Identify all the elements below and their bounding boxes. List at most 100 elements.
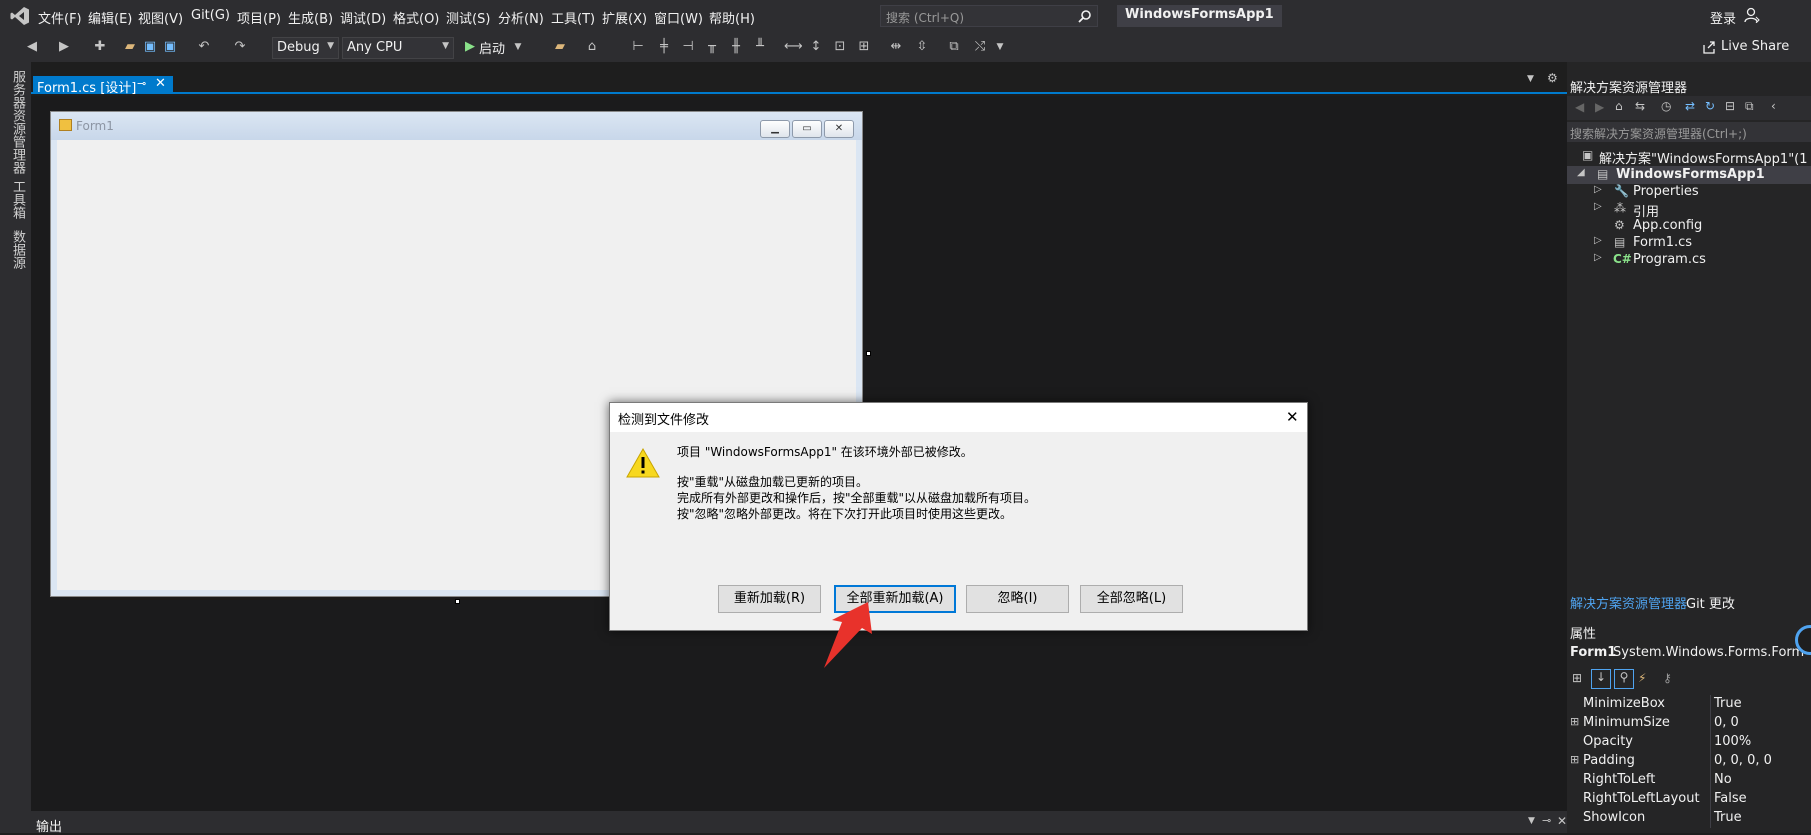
sync-icon[interactable]: ⇄ bbox=[1685, 99, 1695, 113]
collapsed-arrow-icon[interactable]: ▷ bbox=[1594, 184, 1602, 195]
account-icon[interactable] bbox=[1744, 7, 1760, 23]
menu-project[interactable]: 项目(P) bbox=[237, 8, 281, 27]
save-all-icon[interactable]: ▣ bbox=[162, 39, 178, 55]
redo-icon[interactable]: ↷ bbox=[232, 39, 248, 55]
menu-format[interactable]: 格式(O) bbox=[393, 8, 439, 27]
close-tab-icon[interactable]: ✕ bbox=[155, 76, 166, 91]
tree-item-program-cs[interactable]: Program.cs bbox=[1633, 252, 1706, 267]
forward-icon[interactable]: ▶ bbox=[1595, 100, 1604, 114]
navigate-forward-icon[interactable]: ▶ bbox=[56, 39, 72, 55]
reload-button[interactable]: 重新加载(R) bbox=[718, 585, 821, 613]
vertical-spacing-icon[interactable]: ⇳ bbox=[914, 39, 930, 55]
output-panel-title[interactable]: 输出 bbox=[36, 816, 62, 835]
menu-build[interactable]: 生成(B) bbox=[288, 8, 333, 27]
align-middle-icon[interactable]: ╫ bbox=[728, 39, 744, 55]
undo-icon[interactable]: ↶ bbox=[196, 39, 212, 55]
show-all-files-icon[interactable]: ⧉ bbox=[1745, 99, 1754, 114]
tab-settings-gear-icon[interactable]: ⚙ bbox=[1547, 71, 1558, 85]
toolbar-overflow-icon[interactable]: ▼ bbox=[992, 39, 1008, 55]
folder-icon[interactable]: ▰ bbox=[552, 39, 568, 55]
home-icon[interactable]: ⌂ bbox=[1615, 99, 1623, 113]
refresh-icon[interactable]: ↻ bbox=[1705, 99, 1715, 113]
output-close-icon[interactable]: ✕ bbox=[1557, 814, 1567, 828]
collapsed-arrow-icon[interactable]: ▷ bbox=[1594, 235, 1602, 246]
menu-analyze[interactable]: 分析(N) bbox=[498, 8, 544, 27]
visual-studio-logo-icon[interactable] bbox=[10, 6, 30, 26]
new-project-icon[interactable]: ✚ bbox=[92, 39, 108, 55]
search-box[interactable]: 搜索 (Ctrl+Q) bbox=[880, 5, 1098, 27]
resize-handle-bottom[interactable] bbox=[455, 599, 460, 604]
save-icon[interactable]: ▣ bbox=[142, 39, 158, 55]
tree-item-app-config[interactable]: App.config bbox=[1633, 218, 1702, 233]
navigate-back-icon[interactable]: ◀ bbox=[24, 39, 40, 55]
property-value[interactable]: True bbox=[1714, 696, 1742, 711]
align-right-icon[interactable]: ⊣ bbox=[680, 39, 696, 55]
switch-views-icon[interactable]: ⇆ bbox=[1635, 99, 1645, 113]
align-center-icon[interactable]: ╪ bbox=[656, 39, 672, 55]
expand-plus-icon[interactable]: ⊞ bbox=[1570, 753, 1579, 766]
property-row[interactable]: ⊞ MinimumSize 0, 0 bbox=[1567, 714, 1811, 733]
expanded-arrow-icon[interactable]: ◢ bbox=[1577, 167, 1585, 178]
menu-debug[interactable]: 调试(D) bbox=[340, 8, 386, 27]
events-icon[interactable]: ⚡ bbox=[1638, 671, 1646, 685]
tree-item-form1-cs[interactable]: Form1.cs bbox=[1633, 235, 1692, 250]
same-size-icon[interactable]: ⊡ bbox=[832, 39, 848, 55]
dialog-close-icon[interactable]: ✕ bbox=[1286, 408, 1299, 426]
property-row[interactable]: ⊞ Padding 0, 0, 0, 0 bbox=[1567, 752, 1811, 771]
expand-plus-icon[interactable]: ⊞ bbox=[1570, 715, 1579, 728]
output-pin-icon[interactable]: ⊸ bbox=[1542, 814, 1551, 827]
search-icon[interactable] bbox=[1078, 9, 1092, 23]
tab-form1-designer[interactable]: Form1.cs [设计] ⊸ ✕ bbox=[33, 76, 173, 96]
property-row[interactable]: RightToLeft No bbox=[1567, 771, 1811, 790]
menu-extensions[interactable]: 扩展(X) bbox=[602, 8, 647, 27]
solution-node[interactable]: 解决方案"WindowsFormsApp1"(1 个项 bbox=[1599, 148, 1811, 167]
menu-file[interactable]: 文件(F) bbox=[38, 8, 82, 27]
properties-icon[interactable]: ‹ bbox=[1771, 99, 1776, 113]
login-link[interactable]: 登录 bbox=[1710, 8, 1736, 27]
back-icon[interactable]: ◀ bbox=[1575, 100, 1584, 114]
start-button[interactable]: 启动 bbox=[479, 38, 505, 57]
properties-object-type[interactable]: System.Windows.Forms.Form bbox=[1613, 645, 1804, 660]
live-share-icon[interactable] bbox=[1702, 40, 1716, 54]
live-share-button[interactable]: Live Share bbox=[1721, 39, 1789, 54]
data-sources-tab[interactable]: 数据源 bbox=[8, 230, 27, 269]
property-value[interactable]: True bbox=[1714, 810, 1742, 825]
configuration-dropdown[interactable]: Debug ▼ bbox=[272, 37, 339, 59]
align-bottom-icon[interactable]: ╨ bbox=[752, 39, 768, 55]
output-dropdown-icon[interactable]: ▼ bbox=[1528, 816, 1535, 826]
spacing-icon[interactable]: ⇹ bbox=[888, 39, 904, 55]
property-value[interactable]: 0, 0, 0, 0 bbox=[1714, 753, 1772, 768]
tab-solution-explorer[interactable]: 解决方案资源管理器 bbox=[1570, 593, 1687, 612]
property-row[interactable]: Opacity 100% bbox=[1567, 733, 1811, 752]
toolbox-tab[interactable]: 工具箱 bbox=[8, 180, 27, 219]
property-value[interactable]: 0, 0 bbox=[1714, 715, 1739, 730]
menu-help[interactable]: 帮助(H) bbox=[709, 8, 755, 27]
browser-icon[interactable]: ⌂ bbox=[584, 39, 600, 55]
properties-view-icon[interactable]: ⚲ bbox=[1614, 669, 1634, 689]
open-file-icon[interactable]: ▰ bbox=[122, 39, 138, 55]
collapse-all-icon[interactable]: ⊟ bbox=[1725, 99, 1735, 113]
tab-list-dropdown-icon[interactable]: ▼ bbox=[1527, 74, 1534, 84]
collapsed-arrow-icon[interactable]: ▷ bbox=[1594, 201, 1602, 212]
property-row[interactable]: RightToLeftLayout False bbox=[1567, 790, 1811, 809]
alphabetical-icon[interactable]: ↓ bbox=[1591, 669, 1611, 689]
tree-item-properties[interactable]: Properties bbox=[1633, 184, 1699, 199]
property-value[interactable]: 100% bbox=[1714, 734, 1751, 749]
property-row[interactable]: MinimizeBox True bbox=[1567, 695, 1811, 714]
resize-handle-right[interactable] bbox=[866, 351, 871, 356]
property-value[interactable]: No bbox=[1714, 772, 1732, 787]
categorized-icon[interactable]: ⊞ bbox=[1572, 671, 1582, 685]
ignore-all-button[interactable]: 全部忽略(L) bbox=[1080, 585, 1183, 613]
menu-edit[interactable]: 编辑(E) bbox=[88, 8, 132, 27]
same-height-icon[interactable]: ↕ bbox=[808, 39, 824, 55]
menu-tools[interactable]: 工具(T) bbox=[551, 8, 595, 27]
align-left-icon[interactable]: ⊢ bbox=[630, 39, 646, 55]
property-row[interactable]: ShowIcon True bbox=[1567, 809, 1811, 828]
property-value[interactable]: False bbox=[1714, 791, 1747, 806]
platform-dropdown[interactable]: Any CPU ▼ bbox=[342, 37, 454, 59]
ignore-button[interactable]: 忽略(I) bbox=[966, 585, 1069, 613]
menu-test[interactable]: 测试(S) bbox=[446, 8, 490, 27]
server-explorer-tab[interactable]: 服务器资源管理器 bbox=[8, 70, 27, 174]
same-width-icon[interactable]: ⟷ bbox=[784, 39, 803, 55]
properties-object-name[interactable]: Form1 bbox=[1570, 645, 1616, 660]
